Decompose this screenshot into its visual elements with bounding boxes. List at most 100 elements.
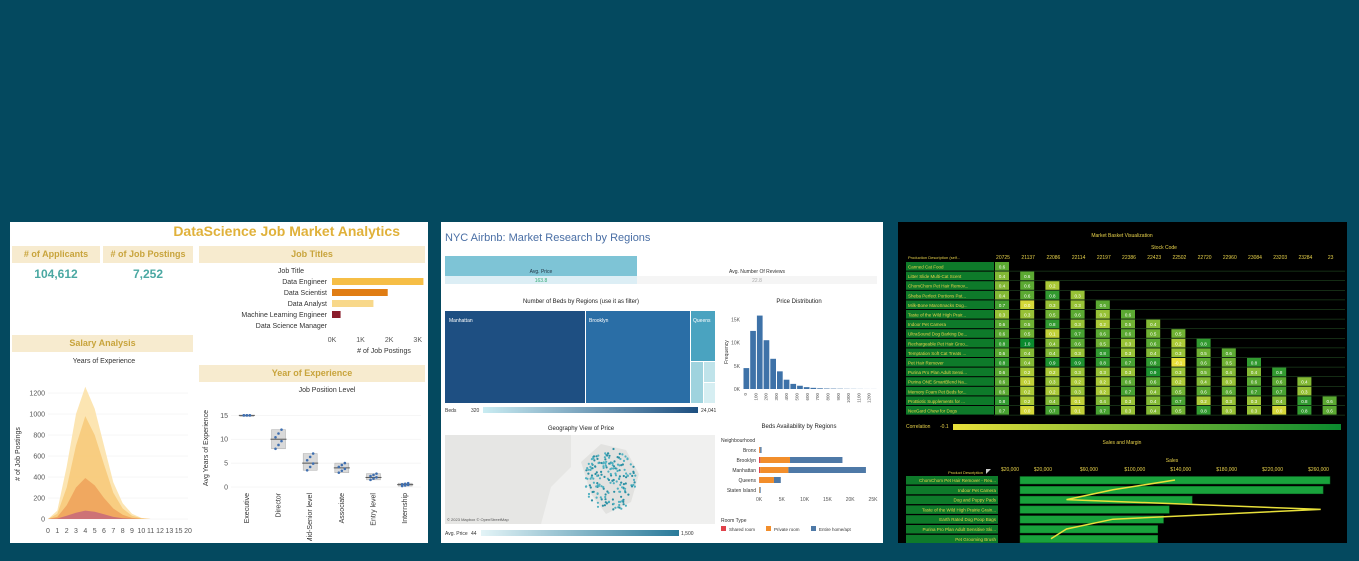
price-dist-bar[interactable] — [756, 315, 763, 389]
dashboard-thumbnail-market-basket[interactable]: Market Basket Visualization Stock Code P… — [898, 222, 1347, 543]
experience-point[interactable] — [403, 482, 407, 486]
map-listing-dot[interactable] — [598, 477, 602, 480]
map-listing-dot[interactable] — [593, 459, 596, 462]
map-listing-dot[interactable] — [585, 469, 588, 472]
sales-bar[interactable] — [1019, 515, 1164, 524]
map-listing-dot[interactable] — [632, 478, 636, 481]
map-listing-dot[interactable] — [619, 457, 622, 461]
price-dist-bar[interactable] — [810, 387, 817, 389]
map-listing-dot[interactable] — [616, 456, 619, 459]
map-listing-dot[interactable] — [612, 502, 615, 505]
map-listing-dot[interactable] — [618, 503, 621, 507]
sort-icon[interactable] — [986, 469, 991, 474]
map-listing-dot[interactable] — [607, 478, 611, 482]
map-listing-dot[interactable] — [590, 462, 594, 465]
map-listing-dot[interactable] — [603, 504, 606, 507]
map-listing-dot[interactable] — [606, 490, 609, 493]
sales-bar[interactable] — [1019, 535, 1159, 543]
map-listing-dot[interactable] — [596, 492, 599, 495]
map-listing-dot[interactable] — [595, 471, 598, 474]
map-listing-dot[interactable] — [633, 481, 636, 484]
experience-point[interactable] — [311, 462, 315, 465]
map-listing-dot[interactable] — [615, 480, 618, 483]
price-dist-bar[interactable] — [743, 368, 750, 389]
map-listing-dot[interactable] — [604, 493, 607, 496]
map-listing-dot[interactable] — [587, 492, 591, 496]
experience-point[interactable] — [274, 447, 277, 451]
map-listing-dot[interactable] — [597, 454, 600, 457]
map-listing-dot[interactable] — [604, 452, 607, 455]
map-listing-dot[interactable] — [625, 476, 628, 479]
sales-bar[interactable] — [1019, 505, 1170, 514]
price-dist-bar[interactable] — [797, 385, 803, 389]
map-listing-dot[interactable] — [611, 462, 614, 465]
map-listing-dot[interactable] — [604, 458, 607, 461]
map-listing-dot[interactable] — [614, 474, 618, 477]
beds-bar-segment[interactable] — [759, 487, 761, 493]
experience-point[interactable] — [372, 473, 375, 477]
experience-point[interactable] — [242, 414, 246, 417]
price-dist-bar[interactable] — [817, 388, 823, 389]
map-listing-dot[interactable] — [624, 482, 627, 485]
dashboard-thumbnail-nyc-airbnb[interactable]: NYC Airbnb: Market Research by Regions A… — [441, 222, 883, 543]
price-dist-bar[interactable] — [777, 371, 783, 389]
experience-point[interactable] — [245, 414, 249, 417]
experience-point[interactable] — [280, 439, 283, 443]
price-dist-bar[interactable] — [783, 379, 790, 389]
map-listing-dot[interactable] — [591, 467, 594, 470]
map-listing-dot[interactable] — [614, 467, 617, 470]
sales-bar[interactable] — [1019, 486, 1324, 495]
map-listing-dot[interactable] — [592, 477, 595, 480]
map-listing-dot[interactable] — [600, 461, 603, 465]
beds-bar-segment[interactable] — [760, 467, 789, 473]
map-listing-dot[interactable] — [607, 452, 610, 455]
experience-point[interactable] — [406, 481, 410, 485]
beds-bar-segment[interactable] — [759, 457, 761, 463]
map-listing-dot[interactable] — [618, 469, 621, 472]
map-listing-dot[interactable] — [587, 472, 590, 475]
experience-point[interactable] — [369, 474, 372, 478]
map-listing-dot[interactable] — [608, 454, 611, 457]
map-listing-dot[interactable] — [632, 483, 635, 486]
sales-bar[interactable] — [1019, 495, 1193, 504]
map-listing-dot[interactable] — [599, 496, 602, 499]
map-listing-dot[interactable] — [612, 482, 615, 485]
dashboard-thumbnail-job-market[interactable]: DataScience Job Market Analytics # of Ap… — [10, 222, 428, 543]
price-dist-bar[interactable] — [770, 358, 776, 389]
map-listing-dot[interactable] — [596, 501, 599, 504]
experience-point[interactable] — [308, 455, 312, 459]
map-listing-dot[interactable] — [620, 464, 623, 467]
map-listing-dot[interactable] — [609, 472, 612, 476]
map-listing-dot[interactable] — [613, 460, 616, 463]
map-listing-dot[interactable] — [592, 455, 596, 458]
map-listing-dot[interactable] — [616, 469, 619, 473]
map-listing-dot[interactable] — [608, 456, 611, 459]
map-listing-dot[interactable] — [594, 465, 597, 468]
treemap-manhattan[interactable] — [445, 311, 585, 403]
map-listing-dot[interactable] — [603, 475, 606, 478]
price-dist-bar[interactable] — [763, 340, 770, 389]
map-listing-dot[interactable] — [618, 475, 621, 478]
room-type-swatch[interactable] — [766, 526, 771, 531]
map-listing-dot[interactable] — [585, 485, 588, 488]
map-listing-dot[interactable] — [604, 498, 607, 501]
map-listing-dot[interactable] — [590, 499, 594, 502]
map-listing-dot[interactable] — [598, 483, 601, 486]
map-listing-dot[interactable] — [629, 472, 632, 475]
map-listing-dot[interactable] — [626, 474, 629, 477]
room-type-swatch[interactable] — [811, 526, 816, 531]
map-listing-dot[interactable] — [625, 472, 628, 475]
map-listing-dot[interactable] — [596, 474, 599, 477]
price-dist-bar[interactable] — [790, 383, 797, 389]
sales-bar[interactable] — [1019, 525, 1159, 534]
experience-point[interactable] — [305, 468, 309, 472]
map-listing-dot[interactable] — [602, 487, 605, 490]
experience-point[interactable] — [337, 465, 341, 469]
map-listing-dot[interactable] — [622, 459, 626, 462]
map-listing-dot[interactable] — [609, 481, 612, 484]
map-listing-dot[interactable] — [607, 470, 610, 473]
map-listing-dot[interactable] — [622, 474, 625, 478]
map-listing-dot[interactable] — [603, 456, 606, 459]
experience-point[interactable] — [400, 483, 404, 486]
experience-point[interactable] — [375, 476, 378, 479]
